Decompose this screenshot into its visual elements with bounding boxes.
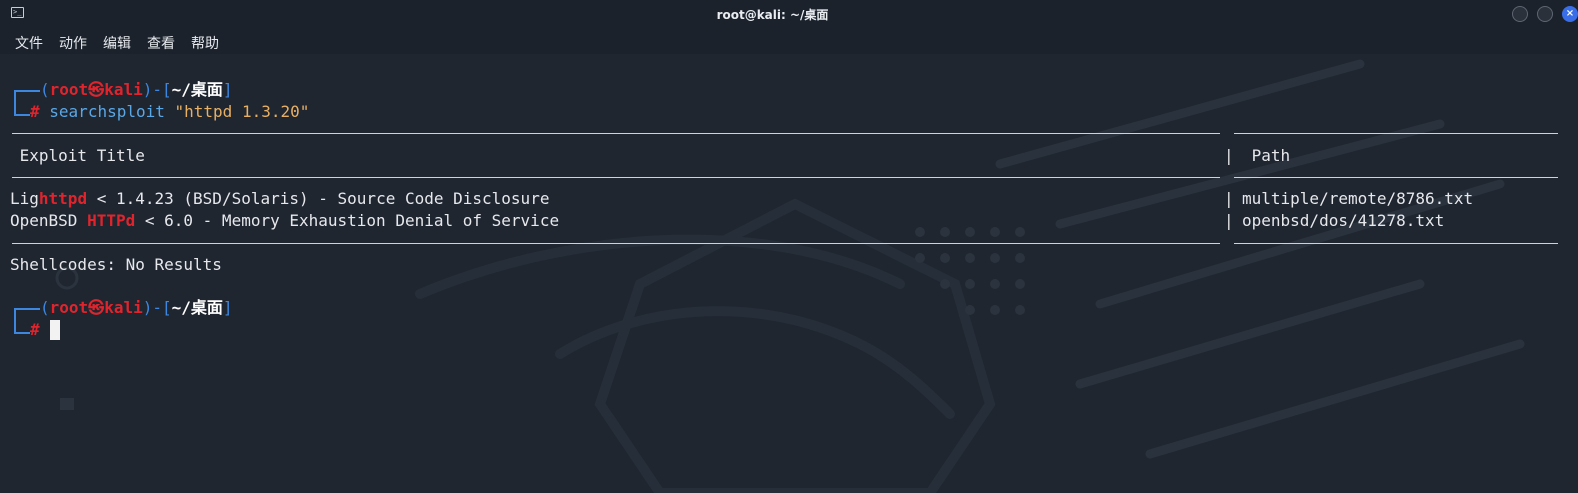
prompt-frame-bottom <box>14 324 30 334</box>
terminal-content[interactable]: (root㉿kali)-[~/桌面] # searchsploit "httpd… <box>0 54 1578 493</box>
command-line: # searchsploit "httpd 1.3.20" <box>30 102 310 121</box>
menu-file[interactable]: 文件 <box>15 33 43 53</box>
prompt-line: (root㉿kali)-[~/桌面] <box>40 80 233 99</box>
table-rule-mid-left <box>12 177 1220 178</box>
prompt-line: (root㉿kali)-[~/桌面] <box>40 298 233 317</box>
menu-view[interactable]: 查看 <box>147 33 175 53</box>
table-rule-mid-right <box>1234 177 1558 178</box>
text-cursor <box>50 320 60 340</box>
title-bar: >_ root@kali: ~/桌面 × <box>0 0 1578 28</box>
row-separator: | <box>1224 211 1234 230</box>
exploit-path: multiple/remote/8786.txt <box>1242 189 1474 208</box>
minimize-button[interactable] <box>1512 6 1528 22</box>
prompt-frame-bottom <box>14 106 30 116</box>
close-button[interactable]: × <box>1562 6 1578 22</box>
exploit-path: openbsd/dos/41278.txt <box>1242 211 1445 230</box>
menu-bar: 文件 动作 编辑 查看 帮助 <box>0 28 1578 54</box>
table-rule-top-right <box>1234 133 1558 134</box>
menu-help[interactable]: 帮助 <box>191 33 219 53</box>
row-separator: | <box>1224 189 1234 208</box>
table-rule-top-left <box>12 133 1220 134</box>
column-header-path: Path <box>1242 146 1291 165</box>
exploit-title: Lighttpd < 1.4.23 (BSD/Solaris) - Source… <box>10 189 550 208</box>
column-header-title: Exploit Title <box>10 146 145 165</box>
window-title: root@kali: ~/桌面 <box>716 8 829 22</box>
menu-edit[interactable]: 编辑 <box>103 33 131 53</box>
menu-action[interactable]: 动作 <box>59 33 87 53</box>
column-header-separator: | <box>1224 146 1234 165</box>
input-line[interactable]: # <box>30 319 40 341</box>
table-rule-bottom-left <box>12 243 1220 244</box>
table-rule-bottom-right <box>1234 243 1558 244</box>
exploit-title: OpenBSD HTTPd < 6.0 - Memory Exhaustion … <box>10 211 560 230</box>
maximize-button[interactable] <box>1537 6 1553 22</box>
shellcodes-result: Shellcodes: No Results <box>10 255 222 274</box>
